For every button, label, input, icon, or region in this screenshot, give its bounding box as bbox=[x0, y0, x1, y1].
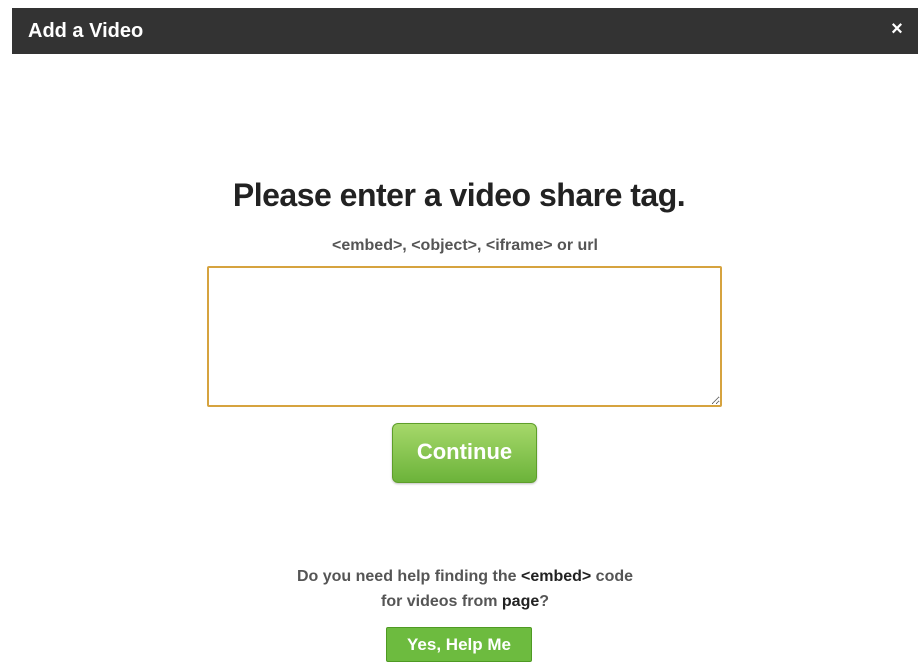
help-text: for videos from bbox=[380, 593, 502, 610]
embed-code-label: <embed> bbox=[520, 568, 592, 585]
top-strip bbox=[0, 0, 918, 8]
dialog-title: Add a Video bbox=[28, 20, 144, 42]
close-icon[interactable]: × bbox=[888, 18, 906, 40]
dialog-titlebar: Add a Video × bbox=[12, 8, 918, 54]
help-question-line-2: for videos from page? bbox=[0, 592, 918, 612]
site-name: page bbox=[501, 593, 540, 610]
yes-help-me-button[interactable]: Yes, Help Me bbox=[386, 627, 532, 662]
page-title: Please enter a video share tag. bbox=[232, 177, 686, 213]
add-video-dialog: Add a Video × Please enter a video share… bbox=[0, 0, 918, 662]
help-text: code bbox=[591, 568, 634, 585]
help-question-line-1: Do you need help finding the <embed> cod… bbox=[0, 567, 918, 587]
video-tag-input[interactable] bbox=[207, 266, 722, 407]
continue-button[interactable]: Continue bbox=[392, 423, 537, 483]
help-text: ? bbox=[539, 593, 550, 610]
input-hint: <embed>, <object>, <iframe> or url bbox=[332, 237, 598, 254]
help-text: Do you need help finding the bbox=[296, 568, 521, 585]
